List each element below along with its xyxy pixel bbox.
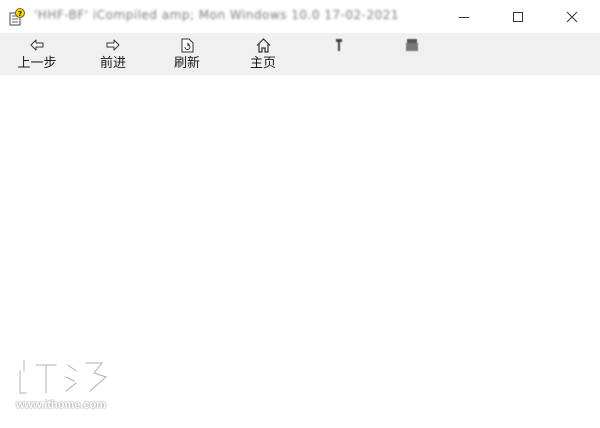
refresh-icon xyxy=(181,36,194,54)
about-icon xyxy=(405,36,419,54)
toolbar: 上一步 前进 刷新 主页 xyxy=(0,33,600,75)
forward-label: 前进 xyxy=(99,56,126,71)
home-icon xyxy=(256,36,271,54)
help-file-icon: ? xyxy=(9,8,25,26)
refresh-button[interactable]: 刷新 xyxy=(164,33,210,75)
about-button[interactable] xyxy=(384,33,440,75)
ithome-url: www.ithome.com xyxy=(16,399,107,411)
back-label: 上一步 xyxy=(17,56,57,71)
minimize-icon xyxy=(459,16,469,18)
options-icon xyxy=(334,36,344,54)
minimize-button[interactable] xyxy=(441,0,487,33)
close-icon xyxy=(566,11,578,22)
back-arrow-icon xyxy=(30,36,44,54)
home-button[interactable]: 主页 xyxy=(240,33,286,75)
title-bar: ? 'HHF-BF' iCompiled amp; Mon Windows 10… xyxy=(0,0,600,33)
forward-button[interactable]: 前进 xyxy=(90,33,136,75)
ithome-watermark: www.ithome.com xyxy=(16,357,116,415)
ithome-logo xyxy=(18,359,110,395)
forward-arrow-icon xyxy=(106,36,120,54)
maximize-button[interactable] xyxy=(495,0,541,33)
window-title: 'HHF-BF' iCompiled amp; Mon Windows 10.0… xyxy=(34,8,400,22)
refresh-label: 刷新 xyxy=(173,56,200,71)
back-button[interactable]: 上一步 xyxy=(12,33,62,75)
maximize-icon xyxy=(513,11,523,22)
options-button[interactable] xyxy=(300,33,378,75)
help-viewer-window: ? 'HHF-BF' iCompiled amp; Mon Windows 10… xyxy=(0,0,600,428)
svg-text:?: ? xyxy=(18,10,22,18)
close-button[interactable] xyxy=(549,0,595,33)
home-label: 主页 xyxy=(249,56,276,71)
